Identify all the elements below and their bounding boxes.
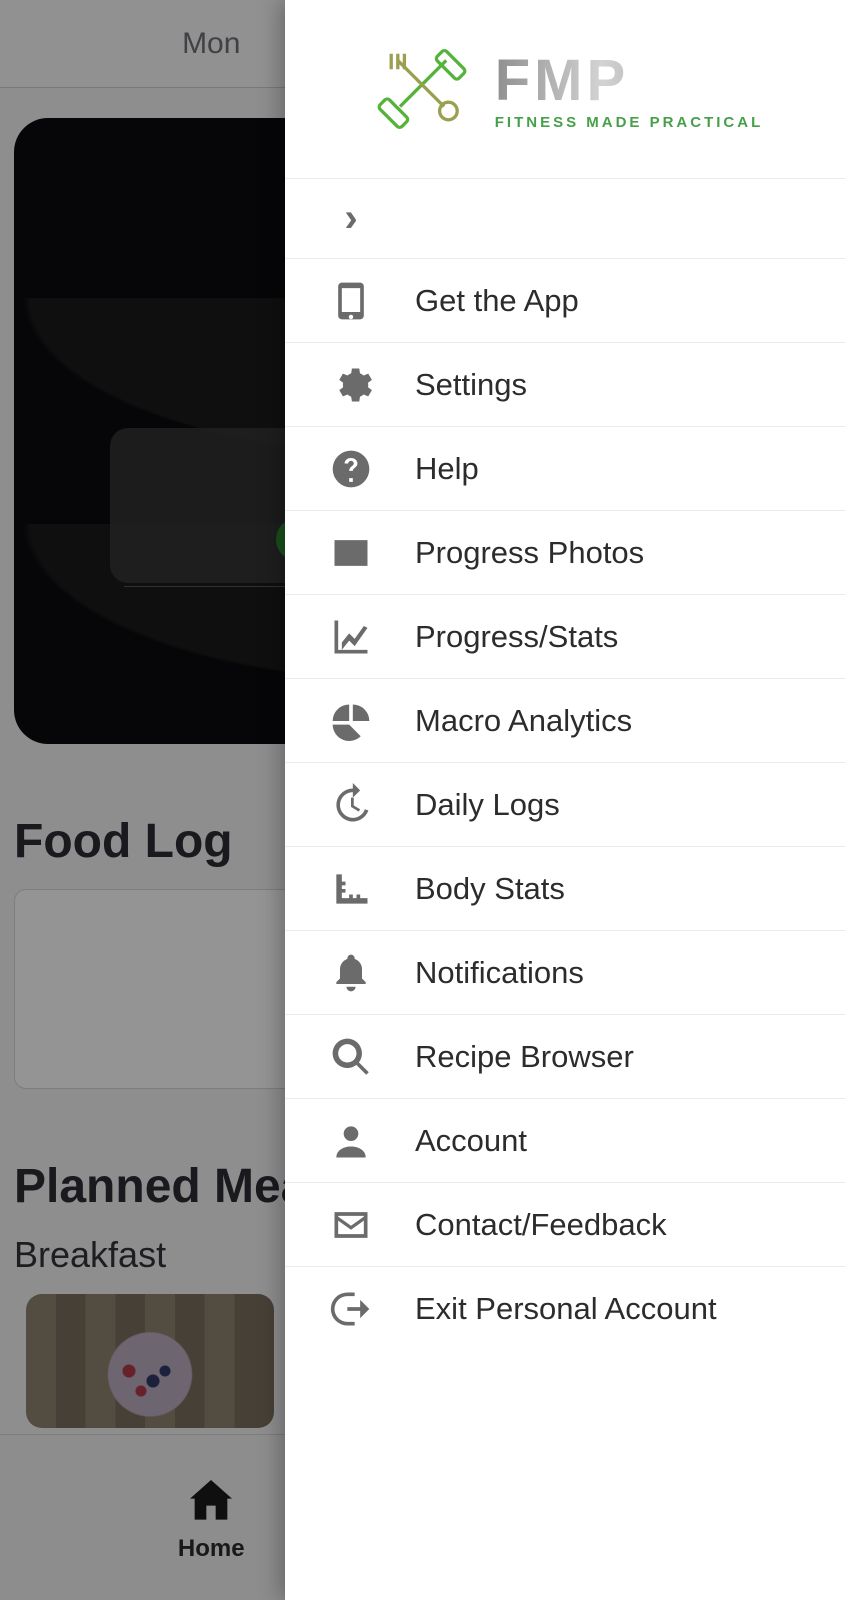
menu-label: Macro Analytics [415, 703, 632, 739]
chevron-right-icon: › [329, 197, 373, 241]
menu-item-exit-personal-account[interactable]: Exit Personal Account [285, 1266, 845, 1350]
ruler-icon [329, 867, 373, 911]
side-drawer: FMP FITNESS MADE PRACTICAL › Get the App… [285, 0, 845, 1600]
menu-item-body-stats[interactable]: Body Stats [285, 846, 845, 930]
menu-label: Settings [415, 367, 527, 403]
menu-label: Progress Photos [415, 535, 644, 571]
menu-item-notifications[interactable]: Notifications [285, 930, 845, 1014]
question-icon [329, 447, 373, 491]
user-icon [329, 1119, 373, 1163]
logo-mark-icon [367, 34, 477, 144]
menu-item-recipe-browser[interactable]: Recipe Browser [285, 1014, 845, 1098]
menu-item-progress-photos[interactable]: Progress Photos [285, 510, 845, 594]
drawer-menu: › Get the App Settings Help Progress Pho [285, 178, 845, 1350]
envelope-icon [329, 1203, 373, 1247]
drawer-header: FMP FITNESS MADE PRACTICAL [285, 0, 845, 178]
menu-label: Get the App [415, 283, 579, 319]
menu-label: Exit Personal Account [415, 1291, 717, 1327]
menu-label: Contact/Feedback [415, 1207, 667, 1243]
bell-icon [329, 951, 373, 995]
search-icon [329, 1035, 373, 1079]
menu-item-contact-feedback[interactable]: Contact/Feedback [285, 1182, 845, 1266]
phone-icon [329, 279, 373, 323]
logo-text-sub: FITNESS MADE PRACTICAL [495, 114, 764, 131]
logo-text-main: FMP [495, 47, 764, 114]
pie-chart-icon [329, 699, 373, 743]
menu-collapse-toggle[interactable]: › [285, 178, 845, 258]
history-icon [329, 783, 373, 827]
menu-label: Progress/Stats [415, 619, 618, 655]
menu-label: Help [415, 451, 479, 487]
logo: FMP FITNESS MADE PRACTICAL [367, 34, 764, 144]
menu-label: Notifications [415, 955, 584, 991]
menu-item-account[interactable]: Account [285, 1098, 845, 1182]
menu-item-help[interactable]: Help [285, 426, 845, 510]
menu-item-macro-analytics[interactable]: Macro Analytics [285, 678, 845, 762]
menu-item-settings[interactable]: Settings [285, 342, 845, 426]
menu-label: Body Stats [415, 871, 565, 907]
exit-icon [329, 1287, 373, 1331]
menu-label: Account [415, 1123, 527, 1159]
photo-icon [329, 531, 373, 575]
menu-label: Recipe Browser [415, 1039, 634, 1075]
chart-icon [329, 615, 373, 659]
menu-item-daily-logs[interactable]: Daily Logs [285, 762, 845, 846]
gear-icon [329, 363, 373, 407]
menu-item-get-the-app[interactable]: Get the App [285, 258, 845, 342]
menu-label: Daily Logs [415, 787, 560, 823]
menu-item-progress-stats[interactable]: Progress/Stats [285, 594, 845, 678]
